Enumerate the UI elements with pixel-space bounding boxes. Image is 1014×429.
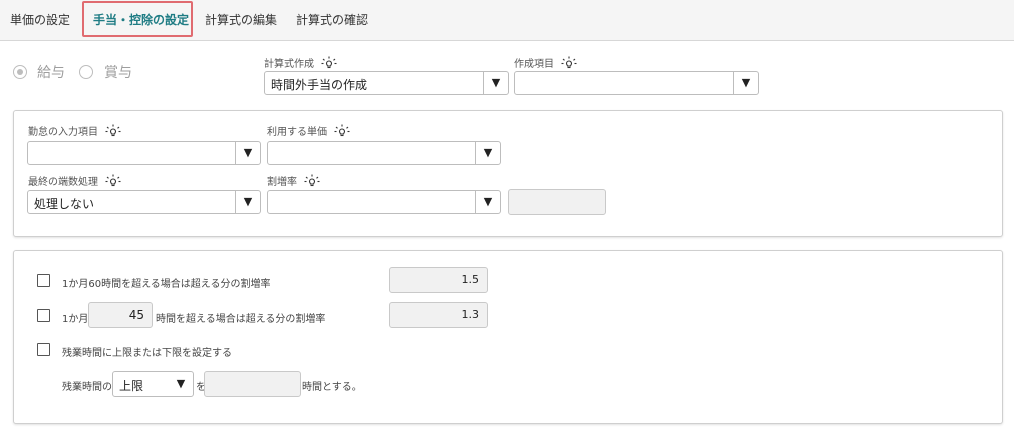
lightbulb-icon[interactable] [561, 56, 577, 70]
attendance-item-select[interactable]: ▼ [27, 141, 261, 165]
premium-rate-input[interactable] [508, 189, 606, 215]
radio-salary[interactable] [13, 65, 27, 79]
lightbulb-icon[interactable] [321, 56, 337, 70]
monthly-hours-value: 45 [128, 308, 144, 322]
tab-allowance-deduction[interactable]: 手当・控除の設定 [93, 0, 189, 40]
formula-creation-value: 時間外手当の作成 [271, 78, 368, 92]
overtime-limit-checkbox[interactable] [37, 343, 50, 356]
monthly-hours-input[interactable]: 45 [88, 302, 153, 328]
attendance-item-label: 勤怠の入力項目 [28, 123, 121, 138]
over60-checkbox[interactable] [37, 274, 50, 287]
triangle-down-icon[interactable]: ▼ [733, 72, 758, 94]
monthly-hours-prefix: 1か月 [62, 314, 89, 325]
creation-item-select[interactable]: ▼ [514, 71, 759, 95]
triangle-down-icon[interactable]: ▼ [475, 142, 500, 164]
overtime-limit-text: 残業時間に上限または下限を設定する [62, 348, 232, 359]
limit-type-select[interactable]: 上限 ▼ [112, 371, 194, 397]
tab-formula-edit[interactable]: 計算式の編集 [205, 0, 277, 40]
formula-creation-label-text: 計算式作成 [264, 59, 314, 70]
rounding-label: 最終の端数処理 [28, 173, 121, 188]
over60-rate-value: 1.5 [461, 273, 480, 286]
creation-item-label: 作成項目 [514, 55, 577, 70]
tab-formula-check[interactable]: 計算式の確認 [296, 0, 368, 40]
triangle-down-icon[interactable]: ▼ [475, 191, 500, 213]
limit-suffix: 時間とする。 [302, 382, 362, 393]
over60-rate-input[interactable]: 1.5 [389, 267, 488, 293]
limit-hours-input[interactable] [204, 371, 301, 397]
lightbulb-icon[interactable] [105, 124, 121, 138]
rounding-select[interactable]: 処理しない ▼ [27, 190, 261, 214]
monthly-hours-checkbox[interactable] [37, 309, 50, 322]
calculation-settings-panel [13, 110, 1003, 237]
rounding-label-text: 最終の端数処理 [28, 177, 98, 188]
triangle-down-icon[interactable]: ▼ [235, 142, 260, 164]
triangle-down-icon[interactable]: ▼ [483, 72, 508, 94]
lightbulb-icon[interactable] [334, 124, 350, 138]
premium-rate-select[interactable]: ▼ [267, 190, 501, 214]
overtime-limit-prefix: 残業時間の [62, 382, 112, 393]
creation-item-label-text: 作成項目 [514, 59, 554, 70]
tab-unit-price[interactable]: 単価の設定 [10, 0, 70, 40]
attendance-item-label-text: 勤怠の入力項目 [28, 127, 98, 138]
formula-creation-label: 計算式作成 [264, 55, 337, 70]
premium-rate-label-text: 割増率 [267, 177, 297, 188]
unit-price-label: 利用する単価 [267, 123, 350, 138]
active-tab-underline [92, 35, 186, 37]
unit-price-label-text: 利用する単価 [267, 127, 327, 138]
lightbulb-icon[interactable] [105, 174, 121, 188]
lightbulb-icon[interactable] [304, 174, 320, 188]
monthly-hours-suffix: 時間を超える場合は超える分の割増率 [156, 314, 326, 325]
rounding-value: 処理しない [34, 197, 95, 211]
monthly-hours-rate-value: 1.3 [461, 308, 480, 321]
formula-creation-select[interactable]: 時間外手当の作成 ▼ [264, 71, 509, 95]
triangle-down-icon[interactable]: ▼ [235, 191, 260, 213]
unit-price-select[interactable]: ▼ [267, 141, 501, 165]
over60-text: 1か月60時間を超える場合は超える分の割増率 [62, 279, 271, 290]
radio-bonus-label: 賞与 [104, 65, 132, 81]
triangle-down-icon[interactable]: ▼ [169, 372, 193, 396]
tab-bar: 単価の設定 手当・控除の設定 計算式の編集 計算式の確認 [0, 0, 1014, 41]
monthly-hours-rate-input[interactable]: 1.3 [389, 302, 488, 328]
radio-bonus[interactable] [79, 65, 93, 79]
radio-salary-label: 給与 [37, 65, 65, 81]
premium-rate-label: 割増率 [267, 173, 320, 188]
limit-type-value: 上限 [119, 379, 144, 393]
